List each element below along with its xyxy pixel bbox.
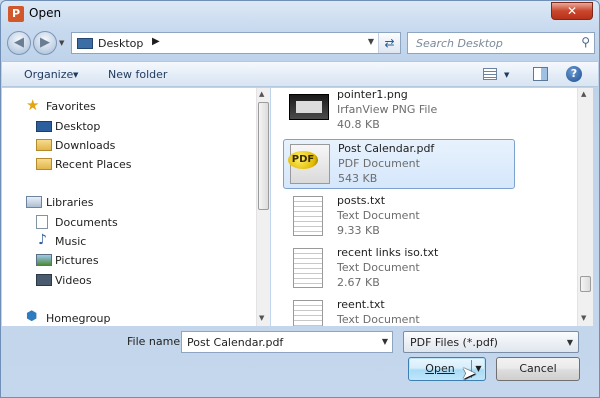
- nav-item-label: Pictures: [55, 254, 99, 267]
- organize-dropdown-icon[interactable]: ▼: [73, 71, 78, 79]
- refresh-button[interactable]: ⇄: [378, 33, 400, 53]
- window-title: Open: [29, 6, 62, 20]
- file-type: Text Document: [337, 261, 420, 274]
- powerpoint-app-icon: P: [8, 6, 24, 22]
- forward-button[interactable]: ▶: [33, 31, 57, 55]
- file-item-posts[interactable]: posts.txt Text Document 9.33 KB: [283, 192, 515, 242]
- file-name: recent links iso.txt: [337, 246, 439, 259]
- file-type-select[interactable]: PDF Files (*.pdf) ▼: [403, 331, 579, 353]
- change-view-icon[interactable]: [483, 68, 497, 80]
- title-bar: P Open ✕: [1, 1, 599, 27]
- nav-favorites-label: Favorites: [46, 100, 96, 113]
- file-size: 543 KB: [338, 172, 378, 185]
- preview-pane-icon[interactable]: [533, 67, 548, 81]
- homegroup-icon: ⬢: [26, 309, 38, 324]
- pdf-file-icon: PDF: [288, 144, 330, 184]
- file-type-dropdown-icon[interactable]: ▼: [567, 338, 573, 347]
- scrollbar-thumb[interactable]: [580, 276, 591, 292]
- view-options-dropdown-icon[interactable]: ▼: [504, 71, 509, 79]
- nav-item-label: Videos: [55, 274, 92, 287]
- desktop-icon: [36, 121, 52, 132]
- close-icon: ✕: [566, 4, 578, 18]
- recent-places-icon: [36, 158, 52, 170]
- breadcrumb-arrow-icon[interactable]: ▶: [152, 36, 160, 47]
- file-type-value: PDF Files (*.pdf): [410, 336, 498, 349]
- file-name-dropdown-icon[interactable]: ▼: [382, 337, 388, 346]
- text-file-icon: [293, 248, 323, 288]
- file-name-value[interactable]: Post Calendar.pdf: [187, 336, 283, 349]
- nav-item-label: Desktop: [55, 120, 101, 133]
- search-input[interactable]: Search Desktop: [416, 37, 503, 50]
- help-icon[interactable]: ?: [566, 66, 582, 82]
- nav-item-label: Recent Places: [55, 158, 132, 171]
- address-bar[interactable]: Desktop ▶ ▼ ⇄: [71, 32, 401, 54]
- file-type: IrfanView PNG File: [337, 103, 438, 116]
- nav-homegroup-label: Homegroup: [46, 312, 111, 325]
- documents-icon: [36, 215, 48, 229]
- scroll-up-icon[interactable]: ▲: [581, 90, 586, 98]
- text-file-icon: [293, 300, 323, 326]
- file-list: pointer1.png IrfanView PNG File 40.8 KB …: [271, 88, 577, 326]
- nav-libraries-label: Libraries: [46, 196, 94, 209]
- back-button[interactable]: ◀: [7, 31, 31, 55]
- recent-locations-dropdown-icon[interactable]: ▼: [59, 39, 64, 47]
- music-icon: ♪: [38, 232, 47, 248]
- file-item-post-calendar[interactable]: PDF Post Calendar.pdf PDF Document 543 K…: [283, 139, 515, 189]
- back-arrow-icon: ◀: [14, 35, 24, 50]
- command-bar: Organize ▼ New folder ▼ ?: [2, 61, 598, 87]
- file-name-field[interactable]: Post Calendar.pdf ▼: [181, 331, 393, 353]
- nav-item-label: Downloads: [55, 139, 116, 152]
- file-name: Post Calendar.pdf: [338, 142, 435, 155]
- navigation-pane-scrollbar[interactable]: ▲ ▼: [256, 88, 270, 326]
- file-size: 9.33 KB: [337, 224, 380, 237]
- file-type: Text Document: [337, 209, 420, 222]
- libraries-icon: [26, 196, 42, 208]
- file-size: 2.67 KB: [337, 276, 380, 289]
- pdf-badge: PDF: [288, 151, 318, 169]
- image-thumbnail-icon: [289, 94, 329, 120]
- file-item-reent[interactable]: reent.txt Text Document: [283, 296, 515, 326]
- file-size: 40.8 KB: [337, 118, 380, 131]
- file-name: reent.txt: [337, 298, 385, 311]
- address-dropdown-icon[interactable]: ▼: [368, 37, 374, 46]
- file-type: PDF Document: [338, 157, 420, 170]
- new-folder-button[interactable]: New folder: [108, 68, 167, 81]
- scrollbar-thumb[interactable]: [258, 102, 269, 210]
- downloads-folder-icon: [36, 139, 52, 151]
- navigation-pane: ★ Favorites Desktop Downloads Recent Pla…: [2, 88, 270, 326]
- videos-icon: [36, 274, 52, 286]
- forward-arrow-icon: ▶: [40, 35, 50, 50]
- navigation-row: ◀ ▶ ▼ Desktop ▶ ▼ ⇄ Search Desktop ⚲: [5, 29, 597, 57]
- search-box[interactable]: Search Desktop ⚲: [407, 32, 595, 54]
- file-item-recent-links[interactable]: recent links iso.txt Text Document 2.67 …: [283, 244, 515, 294]
- pictures-icon: [36, 254, 52, 266]
- desktop-icon: [77, 38, 93, 49]
- file-name: pointer1.png: [337, 88, 408, 101]
- address-location[interactable]: Desktop: [98, 37, 143, 50]
- text-file-icon: [293, 196, 323, 236]
- file-type: Text Document: [337, 313, 420, 326]
- file-name-label: File name:: [127, 335, 184, 348]
- file-name: posts.txt: [337, 194, 386, 207]
- search-icon[interactable]: ⚲: [581, 35, 590, 49]
- mouse-cursor-icon: ➤: [461, 363, 477, 384]
- cancel-button[interactable]: Cancel: [496, 357, 580, 381]
- scroll-up-icon[interactable]: ▲: [259, 90, 264, 98]
- refresh-icon: ⇄: [384, 36, 395, 50]
- organize-button[interactable]: Organize: [24, 68, 73, 81]
- nav-item-label: Music: [55, 235, 87, 248]
- open-dialog: P Open ✕ ◀ ▶ ▼ Desktop ▶ ▼ ⇄ Search Desk…: [0, 0, 600, 398]
- star-icon: ★: [26, 96, 40, 114]
- file-list-scrollbar[interactable]: ▲ ▼: [577, 88, 593, 326]
- nav-item-label: Documents: [55, 216, 118, 229]
- close-button[interactable]: ✕: [551, 2, 593, 20]
- scroll-down-icon[interactable]: ▼: [259, 314, 264, 322]
- scroll-down-icon[interactable]: ▼: [581, 314, 586, 322]
- file-item-pointer1[interactable]: pointer1.png IrfanView PNG File 40.8 KB: [283, 88, 515, 136]
